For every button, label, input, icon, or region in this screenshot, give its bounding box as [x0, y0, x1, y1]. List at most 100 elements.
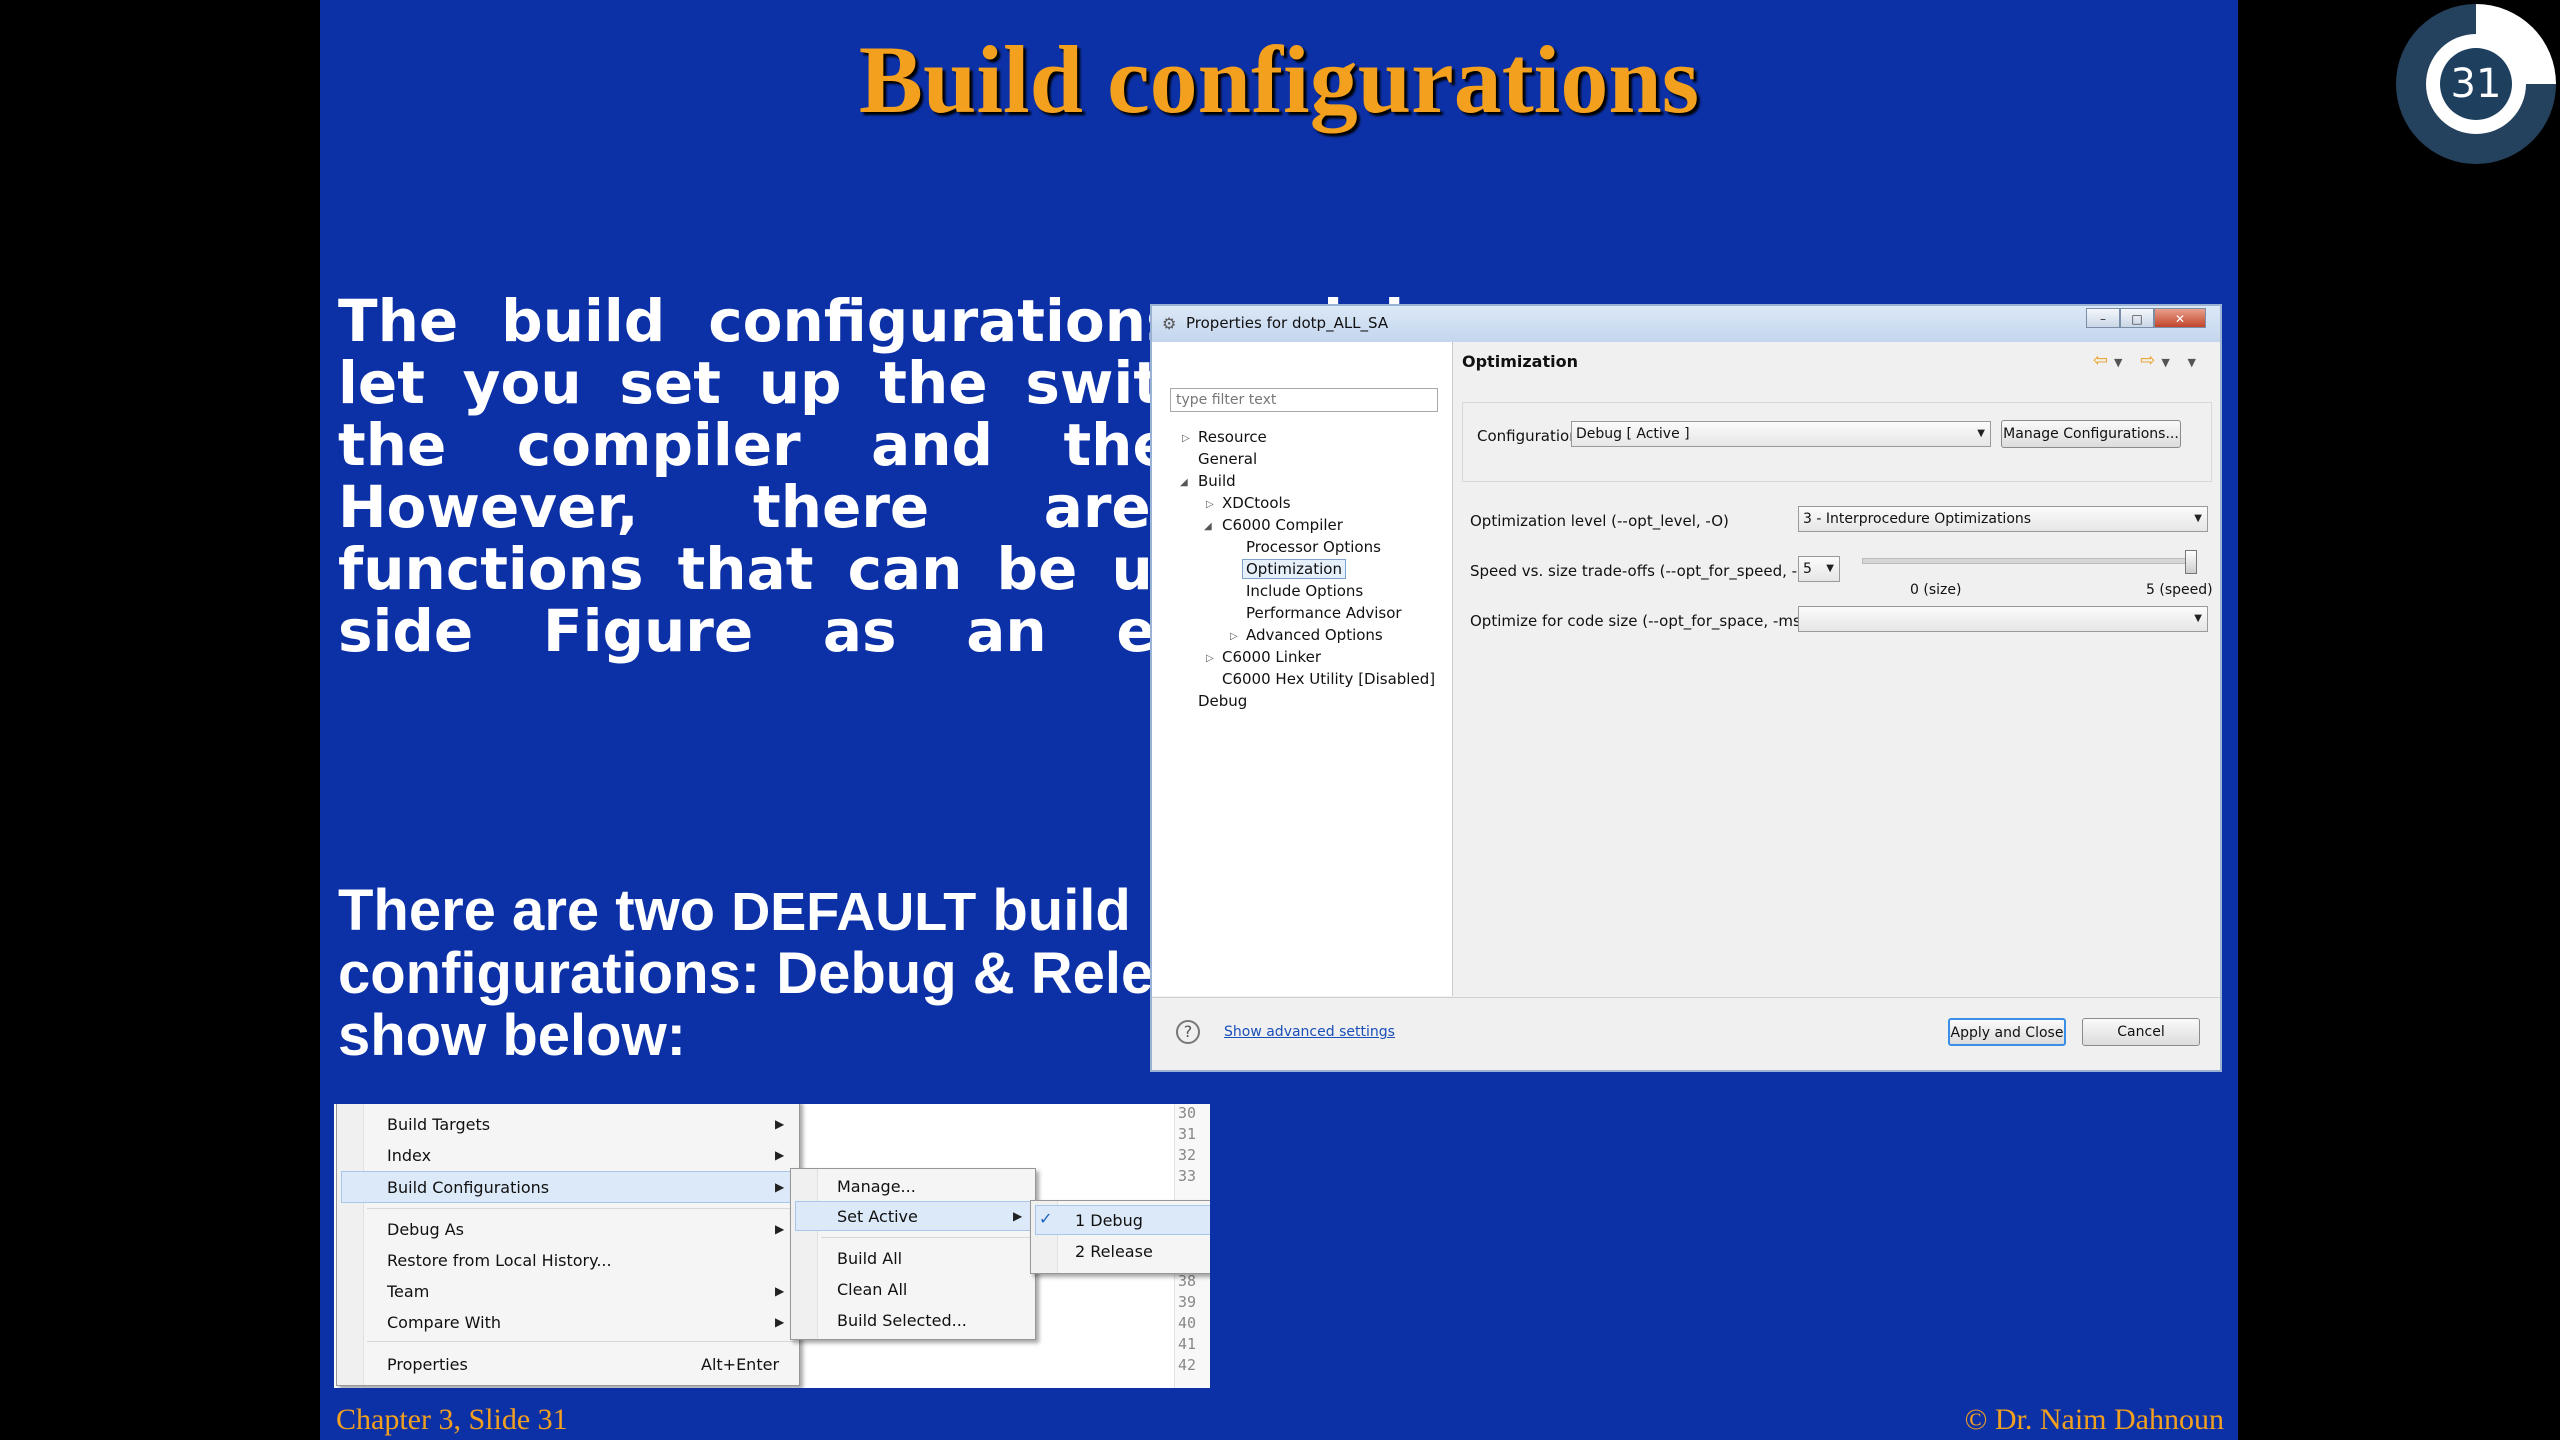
footer-copyright: © Dr. Naim Dahnoun [1964, 1403, 2224, 1436]
expand-icon[interactable]: ▷ [1206, 499, 1214, 510]
properties-dialog: ⚙ Properties for dotp_ALL_SA – □ ✕ type … [1150, 304, 2222, 1072]
line-number: 31 [1178, 1125, 1197, 1143]
slider-max-label: 5 (speed) [2146, 582, 2213, 598]
optimization-level-select[interactable]: 3 - Interprocedure Optimizations ▼ [1798, 506, 2208, 532]
speed-tradeoff-value: 5 [1803, 561, 1812, 577]
set-active-submenu: ✓ 1 Debug 2 Release [1030, 1200, 1210, 1274]
configuration-label: Configuration: [1477, 427, 1584, 445]
tree-item-performance-advisor[interactable]: Performance Advisor [1246, 604, 1402, 622]
show-advanced-settings-link[interactable]: Show advanced settings [1224, 1024, 1395, 1040]
menu-item-clean-all[interactable]: Clean All [837, 1280, 907, 1299]
line-number: 30 [1178, 1104, 1197, 1122]
tree-item-include-options[interactable]: Include Options [1246, 582, 1363, 600]
speed-slider-track[interactable] [1862, 558, 2194, 564]
menu-item-build-selected[interactable]: Build Selected... [837, 1311, 967, 1330]
submenu-arrow-icon: ▶ [775, 1284, 785, 1298]
checkmark-icon: ✓ [1039, 1209, 1053, 1228]
build-configurations-submenu: Manage... Set Active ▶ Build All Clean A… [790, 1168, 1036, 1340]
menu-separator [367, 1208, 795, 1209]
tree-item-c6000-compiler[interactable]: C6000 Compiler [1222, 516, 1343, 534]
menu-separator [367, 1341, 795, 1342]
submenu-arrow-icon: ▶ [775, 1222, 785, 1236]
minimize-button[interactable]: – [2086, 308, 2120, 328]
menu-item-restore-history[interactable]: Restore from Local History... [387, 1251, 612, 1270]
collapse-icon[interactable]: ◢ [1204, 521, 1212, 532]
speed-slider-thumb[interactable] [2185, 550, 2197, 574]
menu-item-properties[interactable]: Properties [387, 1355, 468, 1374]
tree-item-c6000-linker[interactable]: C6000 Linker [1222, 648, 1321, 666]
menu-item-1-debug[interactable]: 1 Debug [1075, 1211, 1143, 1230]
filter-input[interactable]: type filter text [1170, 388, 1438, 412]
menu-item-debug-as[interactable]: Debug As [387, 1220, 464, 1239]
menu-icon-gutter [337, 1104, 364, 1385]
dialog-button-bar: ? Show advanced settings Apply and Close… [1152, 997, 2220, 1070]
dropdown-arrow-icon: ▼ [2194, 613, 2202, 624]
menu-item-manage[interactable]: Manage... [837, 1177, 916, 1196]
tree-item-general[interactable]: General [1198, 450, 1257, 468]
tree-item-xdctools[interactable]: XDCtools [1222, 494, 1291, 512]
dialog-titlebar: ⚙ Properties for dotp_ALL_SA – □ ✕ [1152, 306, 2220, 342]
menu-item-build-all[interactable]: Build All [837, 1249, 902, 1268]
dialog-title: Properties for dotp_ALL_SA [1186, 314, 1389, 332]
tree-item-optimization[interactable]: Optimization [1242, 559, 1346, 579]
manage-configurations-button[interactable]: Manage Configurations... [2001, 420, 2181, 448]
body-text-emphasis: DEFAULT [731, 882, 977, 942]
tree-item-processor-options[interactable]: Processor Options [1246, 538, 1381, 556]
body-text-part1: There are two [338, 878, 732, 943]
apply-and-close-button[interactable]: Apply and Close [1948, 1018, 2066, 1046]
menu-item-compare-with[interactable]: Compare With [387, 1313, 501, 1332]
menu-item-2-release[interactable]: 2 Release [1075, 1242, 1153, 1261]
expand-icon[interactable]: ▷ [1230, 631, 1238, 642]
expand-icon[interactable]: ▷ [1182, 433, 1190, 444]
expand-icon[interactable]: ▷ [1206, 653, 1214, 664]
submenu-arrow-icon: ▶ [775, 1117, 785, 1131]
submenu-arrow-icon: ▶ [775, 1315, 785, 1329]
code-size-select[interactable]: ▼ [1798, 606, 2208, 632]
shortcut-alt-enter: Alt+Enter [701, 1355, 780, 1374]
configuration-group: Configuration: Debug [ Active ] ▼ Manage … [1462, 402, 2212, 482]
speed-tradeoff-label: Speed vs. size trade-offs (--opt_for_spe… [1470, 562, 1823, 580]
pane-title: Optimization [1462, 352, 1578, 371]
slide-title: Build configurations [858, 26, 1700, 133]
tree-item-debug[interactable]: Debug [1198, 692, 1247, 710]
line-number: 33 [1178, 1167, 1197, 1185]
maximize-button[interactable]: □ [2120, 308, 2154, 328]
configuration-select[interactable]: Debug [ Active ] ▼ [1571, 421, 1991, 447]
optimization-level-label: Optimization level (--opt_level, -O) [1470, 512, 1729, 530]
close-button[interactable]: ✕ [2154, 308, 2206, 328]
line-number: 40 [1178, 1314, 1197, 1332]
tree-item-build[interactable]: Build [1198, 472, 1236, 490]
dropdown-arrow-icon: ▼ [1977, 428, 1985, 439]
collapse-icon[interactable]: ◢ [1180, 477, 1188, 488]
tree-item-resource[interactable]: Resource [1198, 428, 1267, 446]
line-number: 39 [1178, 1293, 1197, 1311]
speed-tradeoff-select[interactable]: 5 ▼ [1798, 556, 1840, 582]
slide-number-badge: 31 [2396, 4, 2556, 164]
context-menu-screenshot: 30 31 32 33 38 39 40 41 42 Build Targets… [334, 1104, 1210, 1388]
menu-item-team[interactable]: Team [387, 1282, 429, 1301]
menu-item-set-active[interactable]: Set Active [837, 1207, 918, 1226]
menu-item-build-targets[interactable]: Build Targets [387, 1115, 490, 1134]
menu-item-build-configurations[interactable]: Build Configurations [387, 1178, 549, 1197]
nav-arrows[interactable]: ⇦▼ ⇨▼ ▼ [2093, 350, 2202, 371]
project-context-menu: Build Targets ▶ Index ▶ Build Configurat… [336, 1104, 800, 1386]
slider-min-label: 0 (size) [1910, 582, 1962, 598]
slide-number: 31 [2440, 48, 2512, 120]
dropdown-arrow-icon: ▼ [1826, 563, 1834, 574]
optimization-level-value: 3 - Interprocedure Optimizations [1803, 511, 2032, 527]
line-number: 41 [1178, 1335, 1197, 1353]
configuration-value: Debug [ Active ] [1576, 426, 1690, 442]
menu-icon-gutter [791, 1169, 818, 1339]
code-size-label: Optimize for code size (--opt_for_space,… [1470, 612, 1807, 630]
cancel-button[interactable]: Cancel [2082, 1018, 2200, 1046]
menu-item-index[interactable]: Index [387, 1146, 431, 1165]
line-number: 32 [1178, 1146, 1197, 1164]
submenu-arrow-icon: ▶ [775, 1148, 785, 1162]
submenu-arrow-icon: ▶ [775, 1180, 785, 1194]
help-icon[interactable]: ? [1176, 1020, 1200, 1044]
tree-item-advanced-options[interactable]: Advanced Options [1246, 626, 1383, 644]
line-number: 42 [1178, 1356, 1197, 1374]
submenu-arrow-icon: ▶ [1013, 1209, 1023, 1223]
line-number: 38 [1178, 1272, 1197, 1290]
tree-item-hex-utility[interactable]: C6000 Hex Utility [Disabled] [1222, 670, 1435, 688]
